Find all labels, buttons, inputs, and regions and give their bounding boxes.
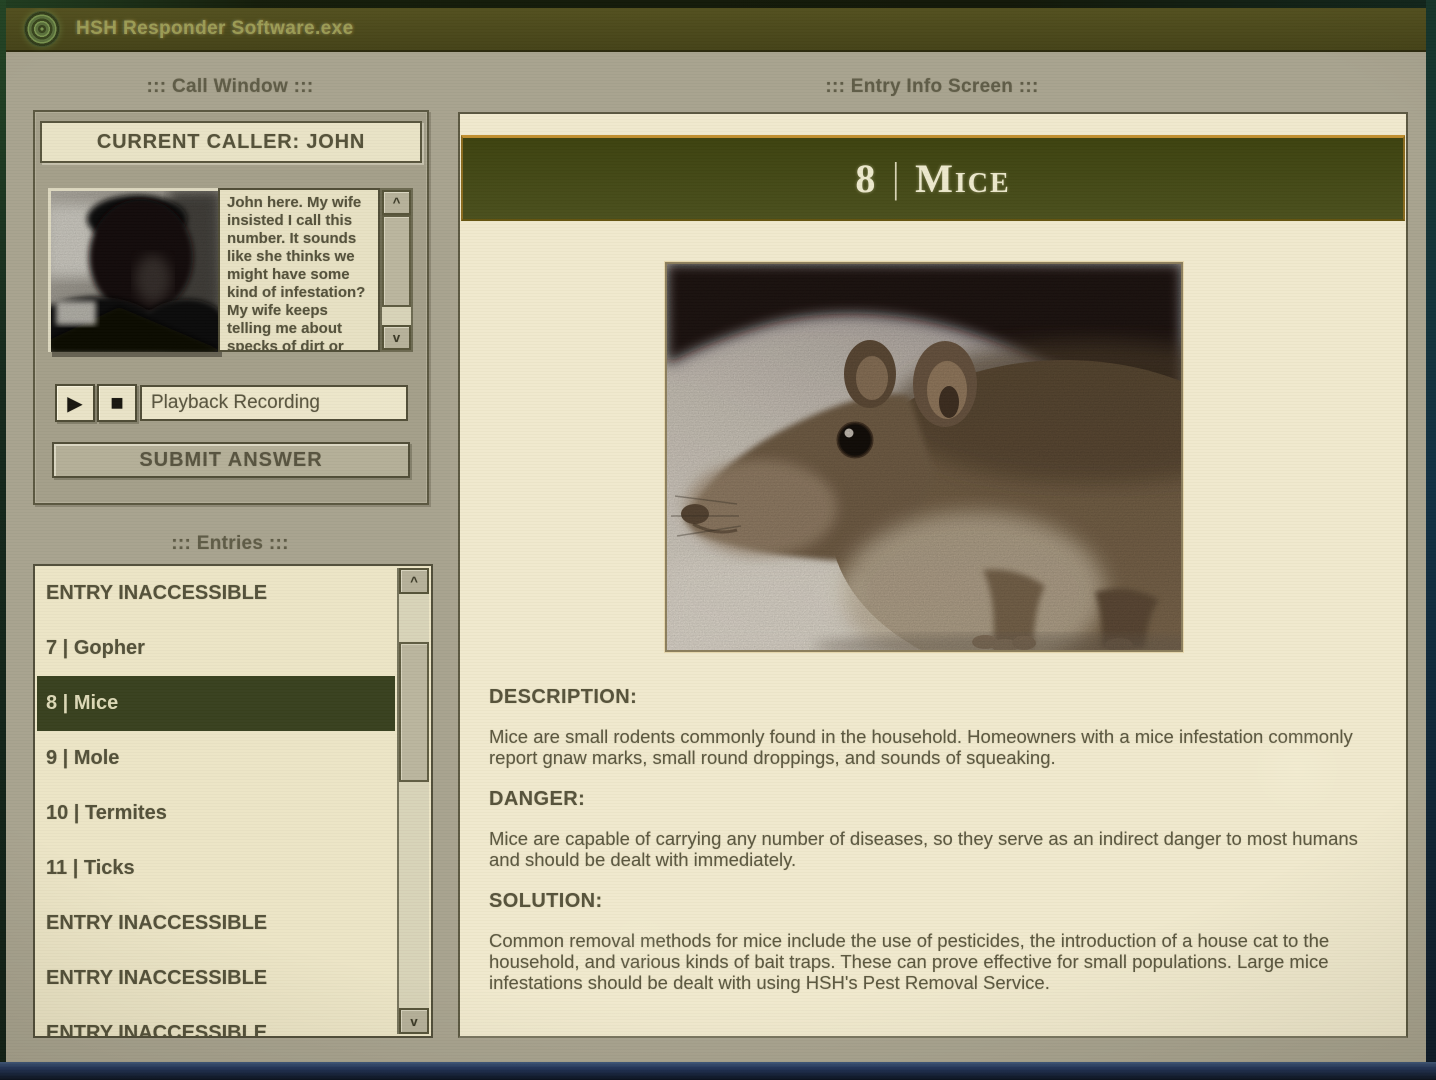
entry-info-panel: 8 | Mice [458, 112, 1408, 1038]
entry-list-item[interactable]: ENTRY INACCESSIBLE [37, 1006, 395, 1038]
entry-list-item-label: 11 | Ticks [46, 857, 135, 880]
entries-scrollbar[interactable]: ^ v [397, 568, 429, 1034]
entries-list: ENTRY INACCESSIBLE 7 | Gopher 8 | Mice 9… [37, 566, 395, 1038]
window-titlebar: HSH Responder Software.exe [6, 8, 1426, 52]
playback-recording-field[interactable]: Playback Recording [140, 385, 408, 421]
playback-recording-label: Playback Recording [151, 392, 320, 414]
entry-list-item[interactable]: 9 | Mole [37, 731, 395, 786]
scroll-thumb[interactable] [399, 642, 429, 782]
entry-title-divider: | [892, 155, 899, 203]
entry-list-item[interactable]: 11 | Ticks [37, 841, 395, 896]
scroll-up-button[interactable]: ^ [399, 568, 429, 594]
info-section-heading: SOLUTION: [489, 890, 1360, 912]
current-caller-banner: CURRENT CALLER: JOHN [40, 121, 422, 163]
stop-icon: ■ [110, 390, 123, 416]
stop-button[interactable]: ■ [97, 384, 137, 422]
scroll-down-button[interactable]: v [399, 1008, 429, 1034]
entry-name: Mice [915, 155, 1011, 202]
info-section-text: Mice are capable of carrying any number … [489, 828, 1360, 870]
entry-list-item-label: ENTRY INACCESSIBLE [46, 912, 267, 935]
entry-list-item-label: 7 | Gopher [46, 637, 145, 660]
entries-panel: ENTRY INACCESSIBLE 7 | Gopher 8 | Mice 9… [33, 564, 433, 1038]
crt-edge-top [0, 0, 1436, 8]
window-title: HSH Responder Software.exe [76, 18, 354, 40]
scroll-down-button[interactable]: v [382, 325, 411, 350]
entry-info-label: ::: Entry Info Screen ::: [732, 76, 1132, 98]
entry-list-item[interactable]: 10 | Termites [37, 786, 395, 841]
entry-list-item-label: ENTRY INACCESSIBLE [46, 1022, 267, 1038]
info-section-heading: DANGER: [489, 788, 1360, 810]
info-section-text: Common removal methods for mice include … [489, 930, 1360, 993]
entry-title-banner: 8 | Mice [461, 135, 1405, 221]
crt-edge-right [1426, 0, 1436, 1080]
caller-transcript-box[interactable]: John here. My wife insisted I call this … [218, 188, 380, 352]
info-section-heading: DESCRIPTION: [489, 686, 1360, 708]
info-section: DANGER: Mice are capable of carrying any… [489, 788, 1360, 870]
entry-list-item-label: 9 | Mole [46, 747, 119, 770]
desktop: ::: Call Window ::: CURRENT CALLER: JOHN [6, 52, 1426, 1062]
mouse-photo [665, 262, 1183, 652]
entry-list-item-label: 10 | Termites [46, 802, 167, 825]
entries-label: ::: Entries ::: [70, 533, 390, 555]
crt-edge-bottom [0, 1062, 1436, 1080]
app-logo-icon [24, 11, 60, 47]
info-section: SOLUTION: Common removal methods for mic… [489, 890, 1360, 993]
entry-list-item[interactable]: 7 | Gopher [37, 621, 395, 676]
entry-list-item[interactable]: ENTRY INACCESSIBLE [37, 896, 395, 951]
entry-list-item[interactable]: 8 | Mice [37, 676, 395, 731]
info-section-text: Mice are small rodents commonly found in… [489, 726, 1360, 768]
entry-number: 8 [855, 155, 876, 202]
scroll-up-button[interactable]: ^ [382, 190, 411, 215]
entry-list-item-label: ENTRY INACCESSIBLE [46, 967, 267, 990]
play-button[interactable]: ▶ [55, 384, 95, 422]
entry-list-item-label: ENTRY INACCESSIBLE [46, 582, 267, 605]
caller-photo [48, 188, 218, 352]
entry-info-sections: DESCRIPTION: Mice are small rodents comm… [489, 686, 1360, 1013]
entry-list-item[interactable]: ENTRY INACCESSIBLE [37, 566, 395, 621]
transcript-scrollbar[interactable]: ^ v [380, 188, 413, 352]
call-window-panel: CURRENT CALLER: JOHN [33, 110, 429, 505]
caller-transcript-text: John here. My wife insisted I call this … [227, 194, 365, 352]
scroll-thumb[interactable] [382, 215, 411, 307]
play-icon: ▶ [67, 391, 82, 416]
crt-screen: HSH Responder Software.exe ::: Call Wind… [0, 0, 1436, 1080]
info-section: DESCRIPTION: Mice are small rodents comm… [489, 686, 1360, 768]
entry-list-item[interactable]: ENTRY INACCESSIBLE [37, 951, 395, 1006]
entry-list-item-label: 8 | Mice [46, 692, 118, 715]
call-window-label: ::: Call Window ::: [70, 76, 390, 98]
submit-answer-button[interactable]: SUBMIT ANSWER [52, 442, 410, 478]
